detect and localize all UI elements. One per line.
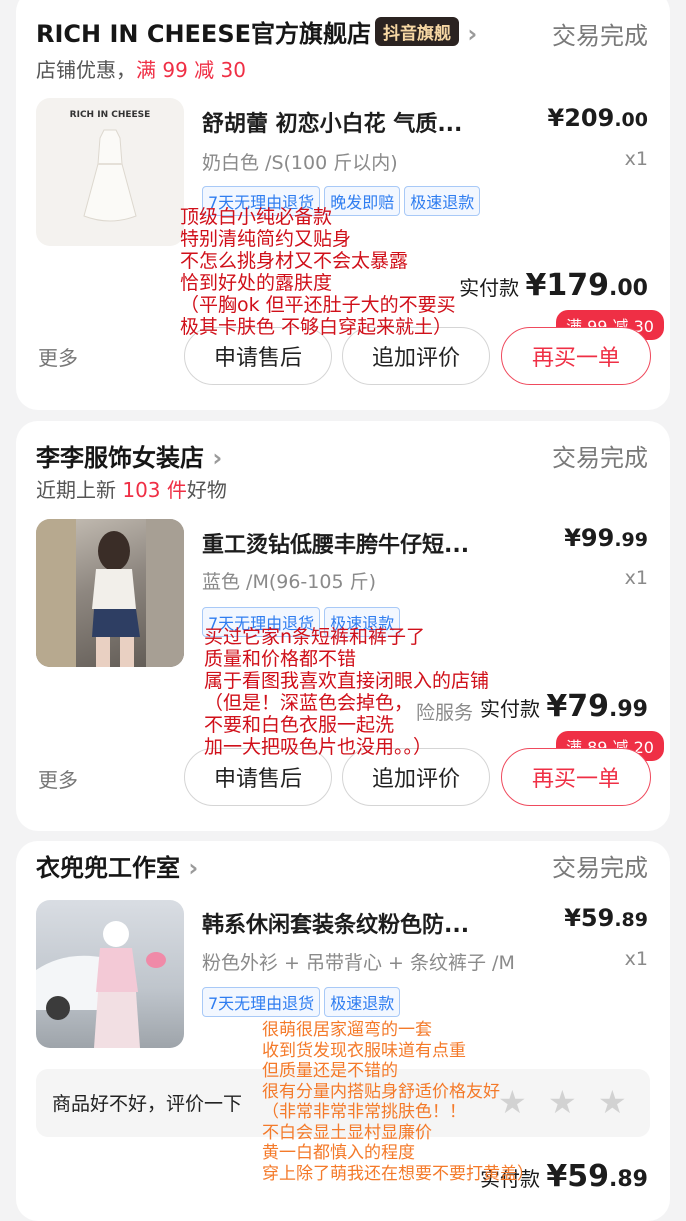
- star-icon[interactable]: ★: [548, 1083, 577, 1121]
- product-variant: 奶白色 /S(100 斤以内): [202, 152, 398, 174]
- tag-7day-return: 7天无理由退货: [202, 987, 321, 1017]
- rebuy-button[interactable]: 再买一单: [501, 748, 651, 806]
- order-status: 交易完成: [552, 22, 648, 50]
- shop-promo: 近期上新 103 件好物: [36, 478, 227, 502]
- review-prompt-text: 商品好不好，评价一下: [52, 1093, 243, 1115]
- overlay-note-1: 顶级白小纯必备款 特别清纯简约又贴身 不怎么挑身材又不会太暴露 恰到好处的露肤度…: [180, 206, 456, 338]
- order-status: 交易完成: [552, 444, 648, 472]
- shop-name-link[interactable]: 李李服饰女装店 ›: [36, 438, 222, 473]
- chevron-right-icon: ›: [188, 854, 199, 882]
- shop-name-link[interactable]: RICH IN CHEESE官方旗舰店 抖音旗舰 ›: [36, 14, 477, 49]
- paid-amount: 实付款 ¥79.99: [480, 689, 648, 724]
- flagship-badge: 抖音旗舰: [375, 17, 460, 46]
- product-price: ¥209.00: [547, 104, 648, 132]
- product-qty: x1: [624, 148, 648, 170]
- shop-name: 衣兜兜工作室: [36, 854, 180, 882]
- more-link[interactable]: 更多: [38, 764, 78, 793]
- product-variant: 蓝色 /M(96-105 斤): [202, 571, 376, 593]
- paid-amount: 实付款 ¥179.00: [459, 268, 648, 303]
- product-title[interactable]: 舒胡蕾 初恋小白花 气质...: [202, 106, 532, 138]
- white-dress-image: [83, 129, 137, 222]
- product-title[interactable]: 重工烫钻低腰丰胯牛仔短...: [202, 527, 532, 559]
- product-title[interactable]: 韩系休闲套装条纹粉色防...: [202, 907, 532, 939]
- order-card-1: RICH IN CHEESE官方旗舰店 抖音旗舰 › 交易完成 店铺优惠，满 99…: [16, 0, 670, 410]
- product-thumbnail[interactable]: [36, 900, 184, 1048]
- shop-name-link[interactable]: 衣兜兜工作室 ›: [36, 848, 198, 883]
- product-price: ¥59.89: [564, 904, 648, 932]
- model-pink-set-image: [36, 921, 166, 1048]
- chevron-right-icon: ›: [467, 20, 478, 48]
- tag-fast-refund: 极速退款: [324, 987, 401, 1017]
- product-qty: x1: [624, 948, 648, 970]
- overlay-note-3: 很萌很居家遛弯的一套 收到货发现衣服味道有点重 但质量还是不错的 很有分量内搭贴…: [262, 1020, 534, 1184]
- shop-name: RICH IN CHEESE官方旗舰店: [36, 20, 372, 48]
- rebuy-button[interactable]: 再买一单: [501, 327, 651, 385]
- product-variant: 粉色外衫 + 吊带背心 + 条纹裤子 /M: [202, 952, 515, 974]
- shop-promo: 店铺优惠，满 99 减 30: [36, 58, 246, 82]
- product-thumbnail[interactable]: RICH IN CHEESE: [36, 98, 184, 246]
- product-price: ¥99.99: [564, 524, 648, 552]
- model-denim-shorts-image: [36, 519, 184, 667]
- more-link[interactable]: 更多: [38, 342, 78, 371]
- shop-name: 李李服饰女装店: [36, 444, 204, 472]
- overlay-note-2: 买过它家n条短裤和裤子了 质量和价格都不错 属于看图我喜欢直接闭眼入的店铺 （但…: [204, 626, 490, 758]
- product-qty: x1: [624, 567, 648, 589]
- order-status: 交易完成: [552, 854, 648, 882]
- star-icon[interactable]: ★: [598, 1083, 627, 1121]
- product-thumbnail[interactable]: [36, 519, 184, 667]
- chevron-right-icon: ›: [212, 444, 223, 472]
- service-tags: 7天无理由退货 极速退款: [202, 987, 404, 1017]
